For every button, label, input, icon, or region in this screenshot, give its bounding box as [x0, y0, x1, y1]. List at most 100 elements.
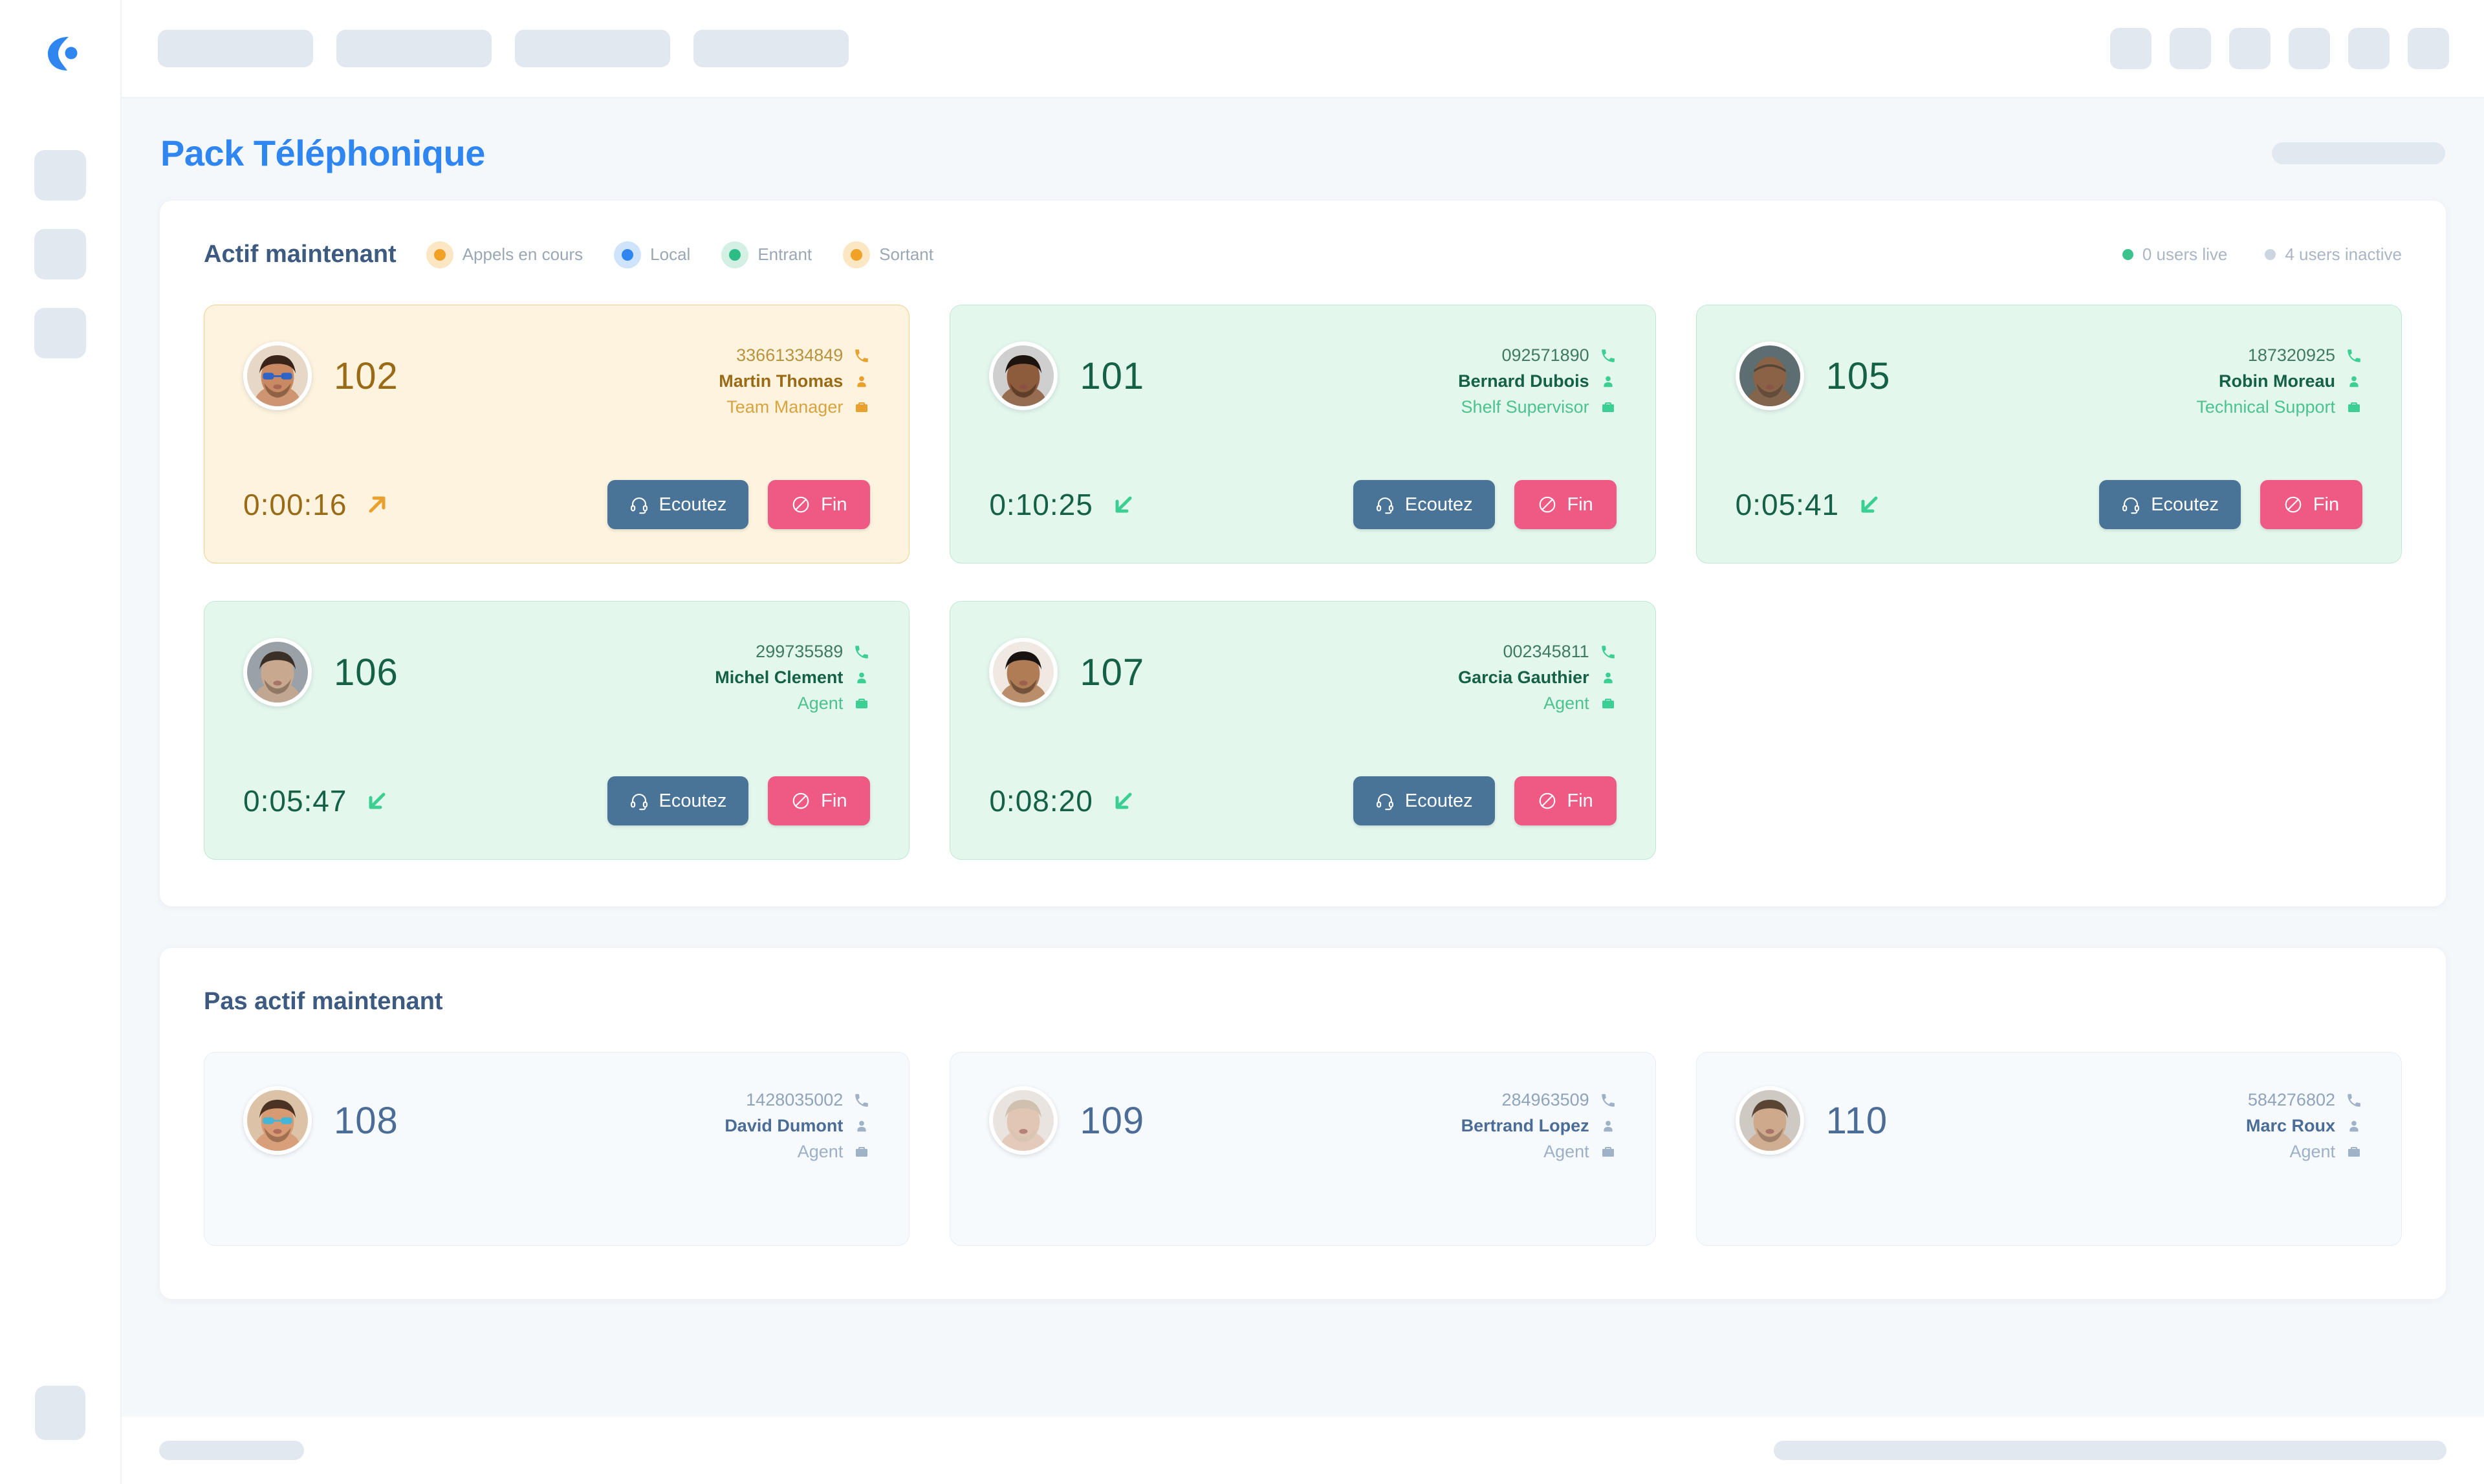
footer-skeleton-right[interactable]: [1774, 1441, 2446, 1460]
call-card-top: 105 187320925 Robin Moreau Technical Sup…: [1735, 342, 2362, 417]
phone-icon: [853, 1091, 870, 1109]
active-call-card[interactable]: 107 002345811 Garcia Gauthier Agent 0:08…: [950, 601, 1656, 860]
avatar: [243, 342, 312, 410]
active-panel-header-left: Actif maintenant Appels en cours Local E…: [204, 241, 933, 268]
icon-skeleton-2[interactable]: [2170, 28, 2211, 69]
call-card-top: 106 299735589 Michel Clement Agent: [243, 638, 870, 714]
phone-row: 284963509: [1502, 1090, 1617, 1110]
name-row: Robin Moreau: [2219, 371, 2362, 391]
footer-bar: [122, 1417, 2484, 1484]
avatar: [989, 638, 1058, 706]
contact-name: Robin Moreau: [2219, 371, 2335, 391]
footer-skeleton-left[interactable]: [159, 1441, 304, 1460]
active-call-card[interactable]: 102 33661334849 Martin Thomas Team Manag…: [204, 305, 910, 563]
contact-name: Bertrand Lopez: [1461, 1116, 1589, 1135]
extension-number: 101: [1080, 355, 1145, 397]
brand-logo-icon[interactable]: [25, 18, 95, 88]
tab-skeleton-3[interactable]: [515, 30, 670, 67]
phone-icon: [1600, 347, 1617, 365]
end-call-button[interactable]: Fin: [1514, 776, 1617, 825]
listen-button[interactable]: Ecoutez: [2099, 480, 2241, 529]
page-title: Pack Téléphonique: [160, 133, 485, 173]
contact-role: Agent: [2289, 1142, 2335, 1161]
inactive-user-card[interactable]: 108 1428035002 David Dumont Agent: [204, 1052, 910, 1246]
avatar: [989, 1086, 1058, 1155]
role-row: Agent: [798, 693, 871, 714]
block-icon: [791, 791, 811, 811]
avatar: [243, 638, 312, 706]
user-icon: [2346, 373, 2362, 391]
call-actions: Ecoutez Fin: [607, 480, 871, 529]
inactive-user-card[interactable]: 109 284963509 Bertrand Lopez Agent: [950, 1052, 1656, 1246]
briefcase-icon: [853, 1143, 870, 1161]
extension-number: 106: [334, 651, 398, 693]
briefcase-icon: [2346, 1143, 2362, 1161]
legend-item-appels-en-cours[interactable]: Appels en cours: [426, 241, 583, 268]
phone-row: 584276802: [2248, 1090, 2362, 1110]
extension-number: 110: [1825, 1099, 1888, 1142]
call-timer-group: 0:05:47: [243, 783, 391, 818]
avatar: [1735, 1086, 1804, 1155]
briefcase-icon: [2346, 398, 2362, 417]
arrow-incoming-icon: [1110, 787, 1137, 814]
legend-item-label: Entrant: [757, 245, 812, 264]
active-call-card[interactable]: 106 299735589 Michel Clement Agent 0:05:…: [204, 601, 910, 860]
phone-row: 33661334849: [736, 345, 870, 366]
listen-button[interactable]: Ecoutez: [1353, 480, 1495, 529]
icon-skeleton-3[interactable]: [2229, 28, 2271, 69]
call-timer-group: 0:10:25: [989, 487, 1137, 522]
role-row: Technical Support: [2196, 397, 2362, 417]
icon-skeleton-4[interactable]: [2289, 28, 2330, 69]
contact-name: Marc Roux: [2245, 1116, 2335, 1135]
name-row: Bertrand Lopez: [1461, 1116, 1617, 1136]
legend-item-entrant[interactable]: Entrant: [721, 241, 812, 268]
avatar: [1735, 342, 1804, 410]
icon-skeleton-5[interactable]: [2348, 28, 2390, 69]
block-icon: [791, 495, 811, 514]
phone-icon: [2346, 1091, 2362, 1109]
legend-item-local[interactable]: Local: [614, 241, 690, 268]
listen-button[interactable]: Ecoutez: [607, 776, 749, 825]
tab-skeleton-4[interactable]: [693, 30, 849, 67]
icon-skeleton-1[interactable]: [2110, 28, 2152, 69]
call-actions: Ecoutez Fin: [607, 776, 871, 825]
contact-role: Agent: [797, 1142, 844, 1161]
legend-item-sortant[interactable]: Sortant: [843, 241, 933, 268]
nav-skeleton-2[interactable]: [34, 229, 86, 279]
active-call-card[interactable]: 101 092571890 Bernard Dubois Shelf Super…: [950, 305, 1656, 563]
listen-button[interactable]: Ecoutez: [607, 480, 749, 529]
end-call-button-label: Fin: [1567, 494, 1593, 515]
user-card-top: 108 1428035002 David Dumont Agent: [243, 1086, 870, 1162]
name-row: Garcia Gauthier: [1458, 668, 1617, 688]
user-stat-label: 0 users live: [2142, 245, 2228, 264]
listen-button-label: Ecoutez: [1404, 790, 1473, 811]
header-skeleton-right[interactable]: [2272, 142, 2445, 164]
active-call-card[interactable]: 105 187320925 Robin Moreau Technical Sup…: [1695, 305, 2402, 563]
listen-button[interactable]: Ecoutez: [1353, 776, 1495, 825]
icon-skeleton-6[interactable]: [2408, 28, 2449, 69]
tab-skeleton-2[interactable]: [336, 30, 492, 67]
user-stat-live: 0 users live: [2122, 245, 2228, 265]
arrow-outgoing-icon: [364, 491, 391, 518]
arrow-incoming-icon: [364, 787, 391, 814]
nav-skeleton-bottom[interactable]: [35, 1386, 85, 1440]
briefcase-icon: [1600, 695, 1617, 713]
end-call-button[interactable]: Fin: [2260, 480, 2362, 529]
nav-bottom-group: [35, 1386, 85, 1440]
phone-number: 092571890: [1501, 345, 1589, 365]
call-card-top: 101 092571890 Bernard Dubois Shelf Super…: [989, 342, 1616, 417]
tab-skeleton-1[interactable]: [158, 30, 313, 67]
name-row: David Dumont: [724, 1116, 870, 1136]
inactive-user-card[interactable]: 110 584276802 Marc Roux Agent: [1695, 1052, 2402, 1246]
phone-row: 299735589: [756, 642, 870, 662]
inactive-users-grid: 108 1428035002 David Dumont Agent 109 28…: [204, 1052, 2402, 1246]
inactive-users-panel: Pas actif maintenant 108 1428035002 Davi…: [159, 947, 2446, 1300]
end-call-button[interactable]: Fin: [1514, 480, 1617, 529]
nav-skeleton-1[interactable]: [34, 150, 86, 201]
end-call-button[interactable]: Fin: [768, 776, 871, 825]
headset-icon: [1375, 495, 1395, 514]
nav-skeleton-3[interactable]: [34, 308, 86, 358]
end-call-button[interactable]: Fin: [768, 480, 871, 529]
call-card-bottom: 0:10:25 Ecoutez Fin: [989, 480, 1617, 529]
contact-name: Martin Thomas: [719, 371, 844, 391]
